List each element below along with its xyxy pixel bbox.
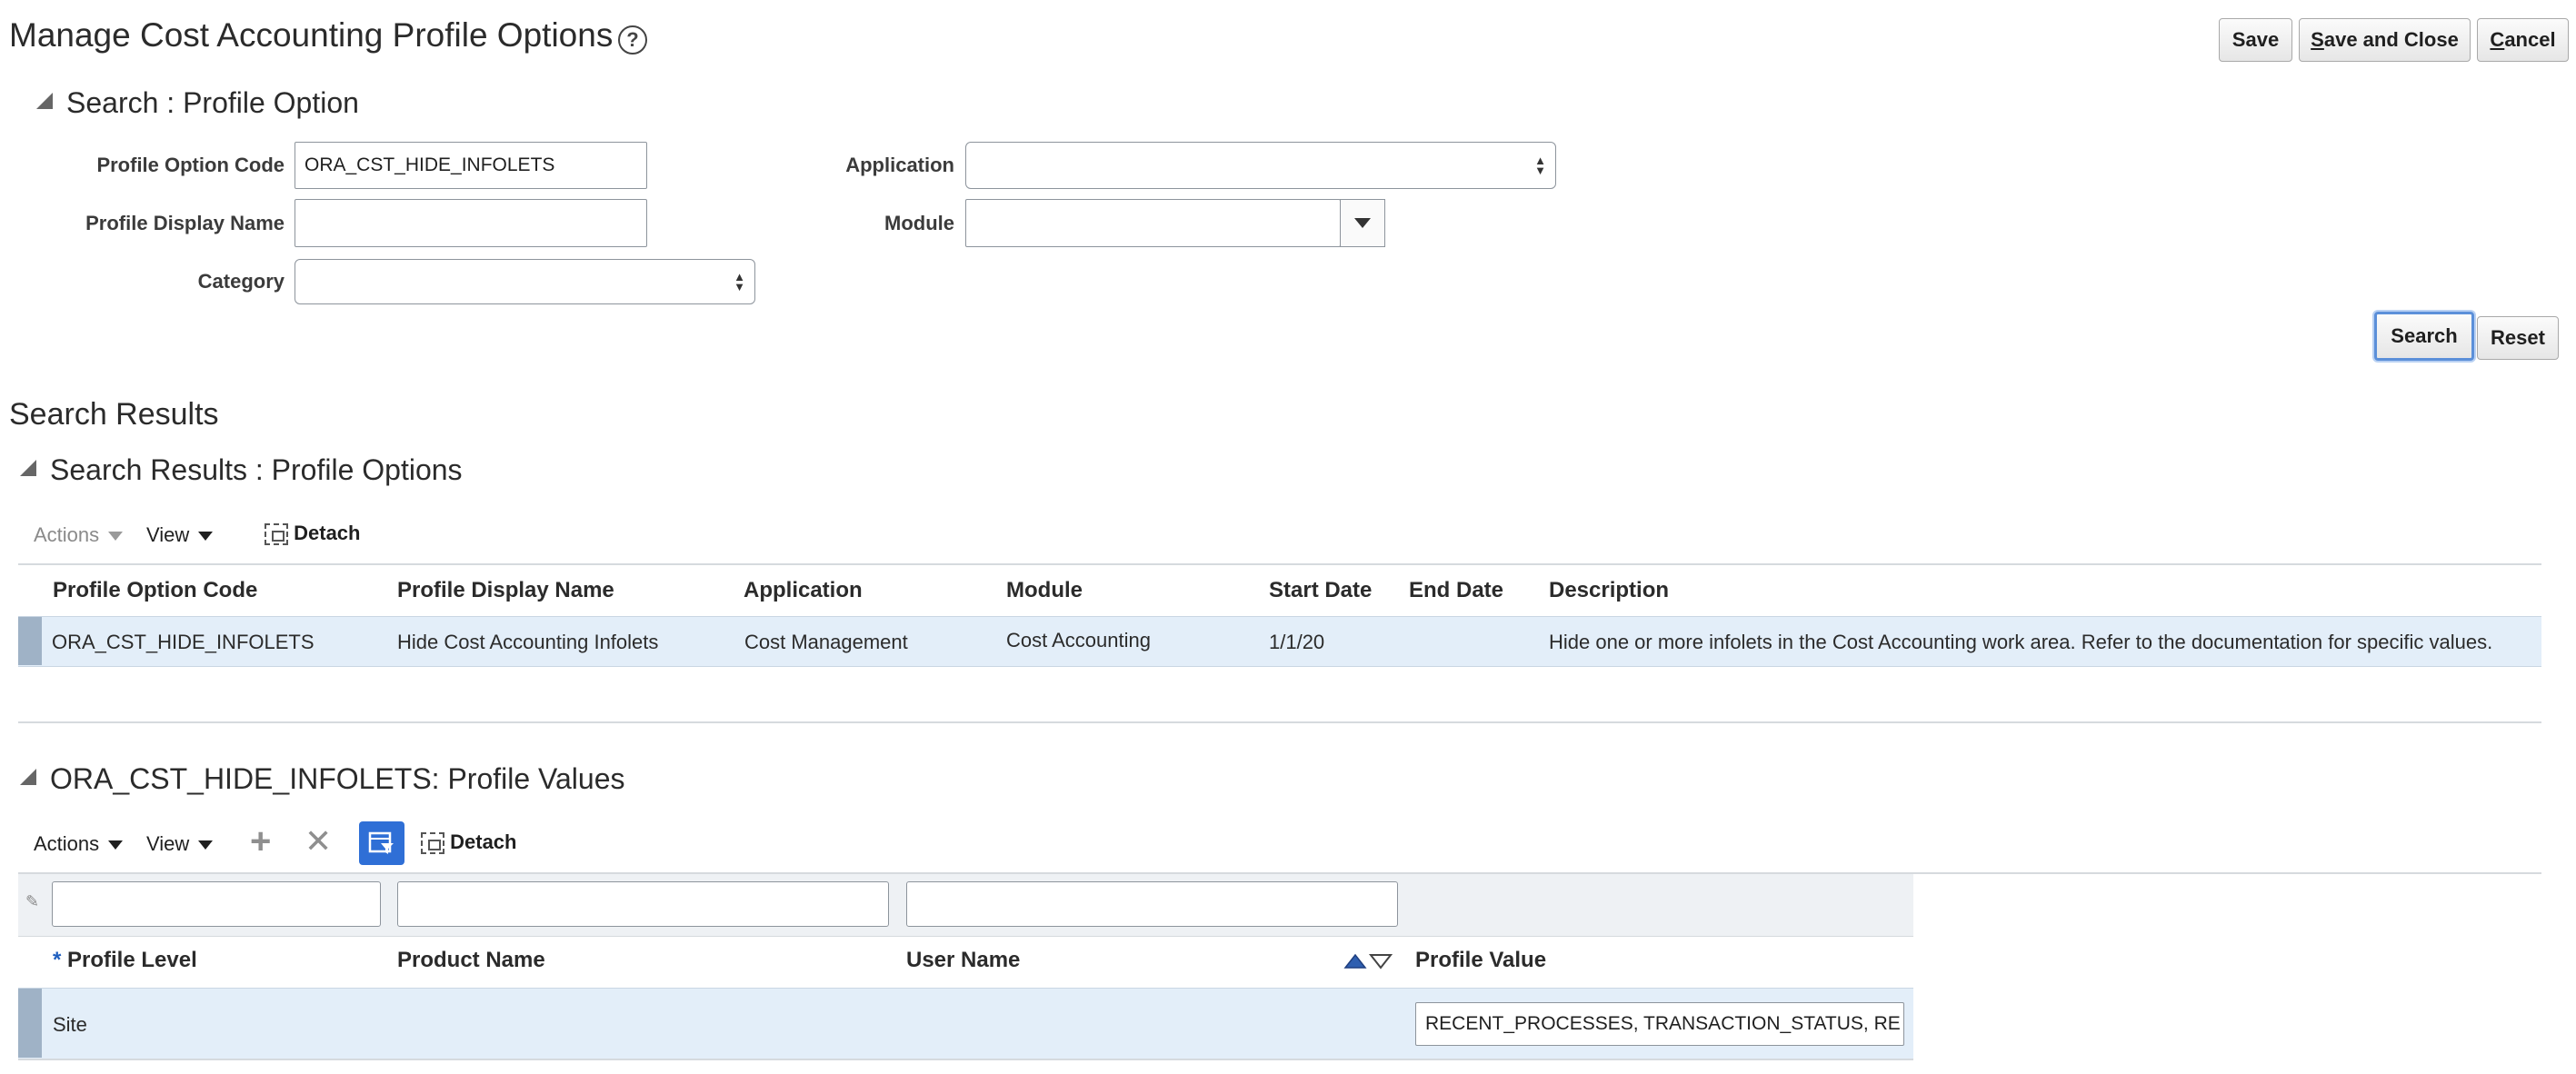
collapse-triangle-icon[interactable]: [20, 769, 36, 785]
cell-start-date: 1/1/20: [1269, 631, 1325, 653]
collapse-triangle-icon[interactable]: [20, 460, 36, 476]
detach-icon: [265, 523, 288, 546]
col-profile-value[interactable]: Profile Value: [1415, 948, 1546, 973]
collapse-triangle-icon[interactable]: [36, 93, 53, 109]
query-by-example-button[interactable]: [359, 821, 404, 865]
profile-display-name-input[interactable]: [295, 199, 647, 247]
x-icon[interactable]: ✕: [305, 823, 332, 860]
module-label: Module: [884, 212, 954, 234]
col-end-date[interactable]: End Date: [1409, 578, 1503, 603]
query-by-example-icon: [368, 831, 394, 854]
col-module[interactable]: Module: [1006, 578, 1083, 603]
cancel-button[interactable]: Cancel: [2477, 18, 2569, 62]
chevron-down-icon: [198, 840, 214, 850]
filter-user-name-input[interactable]: [906, 881, 1398, 927]
chevron-down-icon: [1354, 218, 1371, 228]
col-profile-level[interactable]: * Profile Level: [53, 948, 197, 973]
help-icon[interactable]: ?: [618, 25, 647, 55]
profile-value-input[interactable]: RECENT_PROCESSES, TRANSACTION_STATUS, RE: [1415, 1002, 1904, 1046]
cell-profile-option-code: ORA_CST_HIDE_INFOLETS: [52, 631, 315, 653]
col-user-name[interactable]: User Name: [906, 948, 1020, 973]
page-title: Manage Cost Accounting Profile Options: [9, 16, 614, 54]
results-section-title: Search Results : Profile Options: [50, 453, 463, 486]
row-selector[interactable]: [18, 989, 42, 1058]
reset-button[interactable]: Reset: [2477, 316, 2559, 360]
detach-button[interactable]: Detach: [265, 522, 360, 546]
values-section-title: ORA_CST_HIDE_INFOLETS: Profile Values: [50, 762, 625, 795]
cell-profile-display-name: Hide Cost Accounting Infolets: [397, 631, 659, 653]
category-select[interactable]: ▲ ▼: [295, 259, 755, 304]
profile-option-code-label: Profile Option Code: [96, 154, 285, 176]
col-application[interactable]: Application: [744, 578, 863, 603]
chevron-down-icon: [108, 840, 124, 850]
cell-application: Cost Management: [744, 631, 908, 653]
category-label: Category: [197, 270, 285, 293]
profile-display-name-label: Profile Display Name: [85, 212, 285, 234]
detach-button[interactable]: Detach: [421, 830, 516, 855]
chevron-down-icon: [108, 532, 124, 542]
col-start-date[interactable]: Start Date: [1269, 578, 1372, 603]
profile-option-code-input[interactable]: ORA_CST_HIDE_INFOLETS: [295, 142, 647, 189]
module-input[interactable]: [965, 199, 1341, 247]
search-button[interactable]: Search: [2374, 312, 2474, 361]
col-product-name[interactable]: Product Name: [397, 948, 545, 973]
application-label: Application: [845, 154, 954, 176]
view-menu[interactable]: View: [146, 832, 214, 856]
view-menu[interactable]: View: [146, 523, 214, 547]
col-description[interactable]: Description: [1549, 578, 1669, 603]
search-results-heading: Search Results: [9, 397, 219, 432]
search-section-title: Search : Profile Option: [66, 86, 359, 119]
actions-menu[interactable]: Actions: [34, 523, 124, 547]
edit-pencil-icon: ✎: [25, 892, 40, 910]
module-dropdown-button[interactable]: [1340, 199, 1385, 247]
sort-control[interactable]: [1343, 950, 1393, 971]
cell-module: Cost Accounting: [1006, 629, 1151, 651]
row-selector[interactable]: [18, 617, 42, 665]
filter-product-name-input[interactable]: [397, 881, 889, 927]
save-and-close-button[interactable]: Save and Close: [2299, 18, 2471, 62]
sort-arrows-icon: [1343, 953, 1393, 970]
select-arrows-icon: ▲ ▼: [734, 270, 745, 293]
plus-icon[interactable]: +: [250, 823, 271, 860]
cell-profile-level: Site: [53, 1013, 87, 1036]
save-button[interactable]: Save: [2219, 18, 2292, 62]
select-arrows-icon: ▲ ▼: [1534, 154, 1546, 177]
col-profile-option-code[interactable]: Profile Option Code: [53, 578, 257, 603]
detach-icon: [421, 832, 444, 855]
col-profile-display-name[interactable]: Profile Display Name: [397, 578, 614, 603]
actions-menu[interactable]: Actions: [34, 832, 124, 856]
chevron-down-icon: [198, 532, 214, 542]
application-select[interactable]: ▲ ▼: [965, 142, 1556, 189]
filter-profile-level-input[interactable]: [52, 881, 381, 927]
cell-description: Hide one or more infolets in the Cost Ac…: [1549, 631, 2493, 653]
